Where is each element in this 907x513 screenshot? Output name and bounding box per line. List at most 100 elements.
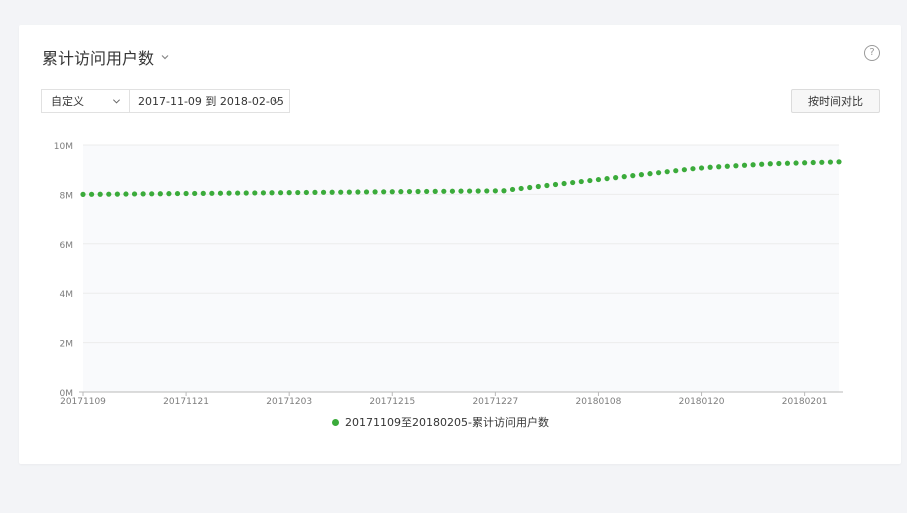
data-point [681, 167, 687, 173]
data-point [561, 180, 567, 187]
data-point [209, 190, 215, 196]
chart-card: 累计访问用户数 ? 自定义 2017-11-09 到 2018-02-05 按时… [19, 25, 901, 464]
data-point [398, 189, 404, 195]
data-point [613, 175, 619, 181]
data-point [819, 159, 825, 165]
data-point [810, 159, 816, 166]
data-point [295, 189, 301, 196]
x-tick-label: 20180120 [679, 397, 725, 407]
data-point [346, 189, 352, 195]
data-point [587, 177, 593, 184]
data-point [802, 160, 808, 166]
data-point [759, 161, 765, 167]
y-tick-label: 6M [60, 241, 74, 251]
data-point [784, 160, 791, 166]
x-tick-label: 20180201 [782, 397, 828, 407]
data-point [724, 163, 730, 169]
data-point [836, 159, 842, 165]
data-point [544, 182, 550, 189]
data-point [140, 191, 146, 197]
data-point [183, 190, 189, 197]
data-point [716, 164, 722, 170]
data-point [192, 190, 198, 197]
data-point [269, 190, 275, 196]
data-point [226, 190, 232, 196]
data-point [97, 191, 103, 197]
data-point [174, 190, 181, 197]
data-point [355, 189, 361, 195]
data-point [501, 188, 507, 194]
data-point [638, 172, 645, 178]
data-point [363, 189, 370, 195]
data-point [673, 168, 679, 174]
data-point [578, 178, 584, 185]
x-tick-label: 20171121 [163, 397, 209, 407]
data-point [655, 170, 662, 176]
y-tick-label: 2M [60, 340, 74, 350]
data-point [217, 190, 224, 196]
data-point [535, 183, 541, 190]
data-point [475, 188, 481, 194]
data-point [88, 191, 95, 197]
data-point [381, 189, 387, 195]
data-point [552, 181, 559, 188]
data-point [733, 163, 739, 169]
data-point [664, 169, 670, 175]
data-point [466, 188, 473, 194]
chart-legend[interactable]: 20171109至20180205-累计访问用户数 [332, 414, 549, 430]
data-point [509, 186, 516, 193]
data-point [131, 191, 138, 197]
data-point [114, 191, 120, 197]
data-point [338, 189, 344, 195]
data-point [621, 174, 627, 180]
data-point [458, 188, 464, 194]
x-tick-label: 20171109 [60, 397, 106, 407]
data-point [527, 184, 533, 191]
line-chart: 0M2M4M6M8M10M20171109 20171121 20171203 201… [54, 142, 843, 407]
data-point [449, 188, 456, 194]
legend-label: 20171109至20180205-累计访问用户数 [345, 416, 549, 429]
data-point [630, 173, 636, 179]
data-point [372, 189, 378, 195]
x-tick-label: 20171215 [369, 397, 415, 407]
data-point [406, 188, 413, 195]
data-point [277, 190, 284, 196]
data-point [235, 190, 241, 196]
data-point [827, 159, 834, 165]
data-point [286, 190, 292, 196]
data-point [492, 188, 498, 194]
data-point [707, 164, 713, 170]
data-point [243, 190, 249, 196]
data-point [432, 188, 438, 194]
data-point [793, 160, 799, 166]
data-point [303, 189, 309, 196]
data-point [441, 188, 447, 194]
data-point [690, 166, 696, 172]
x-tick-label: 20171203 [266, 397, 312, 407]
data-point [320, 189, 327, 195]
data-point [424, 188, 430, 195]
data-point [157, 191, 163, 197]
data-point [767, 161, 773, 167]
data-point [698, 165, 705, 171]
y-tick-label: 10M [54, 142, 73, 152]
data-point [252, 190, 258, 196]
data-point [484, 188, 490, 194]
data-point [750, 162, 756, 168]
x-tick-label: 20171227 [472, 397, 518, 407]
data-point [106, 191, 112, 197]
data-point [415, 188, 421, 195]
data-point [741, 162, 748, 168]
data-point [595, 176, 602, 183]
data-point [389, 189, 395, 195]
data-point [604, 175, 610, 182]
data-point [518, 185, 524, 192]
data-point [123, 191, 129, 197]
x-tick-label: 20180108 [576, 397, 622, 407]
y-tick-label: 8M [60, 191, 74, 201]
data-point [570, 179, 576, 186]
data-point [80, 191, 86, 197]
data-point [260, 190, 267, 196]
data-point [776, 160, 782, 167]
plot-area [83, 145, 839, 392]
